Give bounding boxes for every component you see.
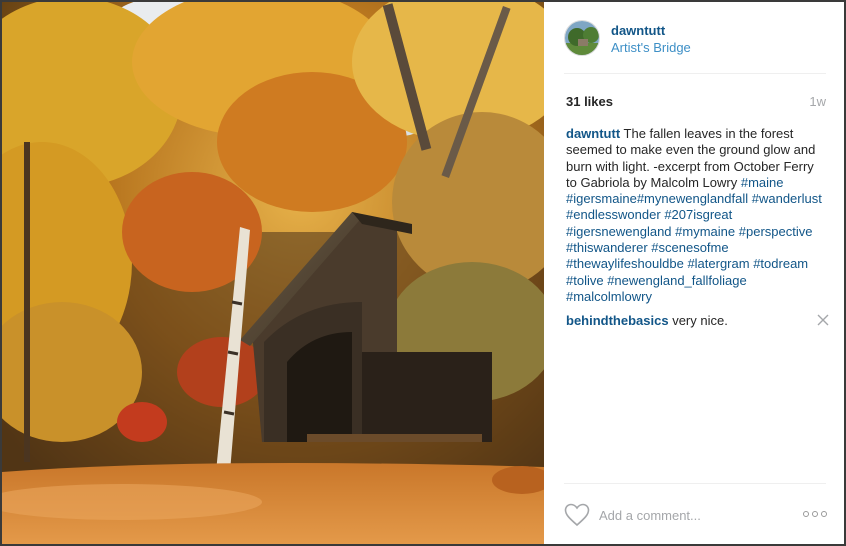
hashtag-link[interactable]: #thiswanderer <box>566 240 648 255</box>
hashtag-link[interactable]: #perspective <box>739 224 813 239</box>
post-stats: 31 likes 1w <box>566 92 826 110</box>
likes-count[interactable]: 31 likes <box>566 94 613 109</box>
hashtag-link[interactable]: #latergram <box>687 256 749 271</box>
heart-icon[interactable] <box>564 503 590 527</box>
post-footer <box>564 483 827 544</box>
add-comment-input[interactable] <box>599 504 789 526</box>
hashtag-link[interactable]: #todream <box>753 256 808 271</box>
comment-item: behindthebasics very nice. <box>566 313 830 329</box>
avatar-image <box>565 21 599 55</box>
hashtag-link[interactable]: #mynewenglandfall <box>637 191 748 206</box>
hashtag-link[interactable]: #tolive <box>566 273 604 288</box>
post-details-panel: dawntutt Artist's Bridge 31 likes 1w daw… <box>544 2 844 544</box>
hashtag-link[interactable]: #scenesofme <box>651 240 728 255</box>
comments-list: dawntutt The fallen leaves in the forest… <box>566 126 830 330</box>
hashtag-link[interactable]: #thewaylifeshouldbe <box>566 256 684 271</box>
hashtag-link[interactable]: #igersmaine <box>566 191 637 206</box>
more-options-icon[interactable] <box>803 510 827 518</box>
post-location[interactable]: Artist's Bridge <box>611 40 691 55</box>
hashtag-link[interactable]: #wanderlust <box>752 191 822 206</box>
hashtag-link[interactable]: #endlesswonder <box>566 207 661 222</box>
hashtag-link[interactable]: #mymaine <box>675 224 735 239</box>
post-window: dawntutt Artist's Bridge 31 likes 1w daw… <box>0 0 846 546</box>
post-time[interactable]: 1w <box>809 94 826 109</box>
post-header: dawntutt Artist's Bridge <box>564 20 826 74</box>
post-username[interactable]: dawntutt <box>611 23 665 38</box>
hashtag-link[interactable]: #newengland_fallfoliage <box>607 273 747 288</box>
covered-bridge-autumn-photo <box>2 2 544 544</box>
hashtag-link[interactable]: #207isgreat <box>664 207 732 222</box>
caption-author[interactable]: dawntutt <box>566 126 620 141</box>
caption-hashtags: #maine #igersmaine#mynewenglandfall #wan… <box>566 175 822 304</box>
caption-comment: dawntutt The fallen leaves in the forest… <box>566 126 828 305</box>
hashtag-link[interactable]: #maine <box>741 175 784 190</box>
comment-text: very nice. <box>672 313 728 329</box>
hashtag-link[interactable]: #malcolmlowry <box>566 289 652 304</box>
comment-author[interactable]: behindthebasics <box>566 313 669 328</box>
hashtag-link[interactable]: #igersnewengland <box>566 224 672 239</box>
post-photo[interactable] <box>2 2 544 544</box>
profile-avatar[interactable] <box>564 20 600 56</box>
close-icon[interactable] <box>816 313 830 327</box>
